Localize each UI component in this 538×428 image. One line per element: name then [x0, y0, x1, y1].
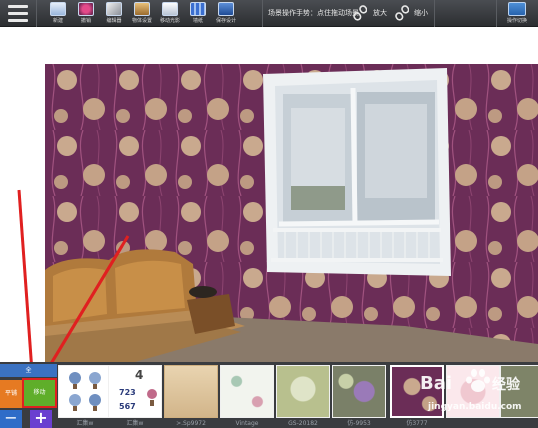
wallpaper-thumbnail[interactable] — [332, 365, 386, 418]
svg-text:经验: 经验 — [492, 376, 521, 393]
thumbnail-number: 567 — [119, 402, 136, 411]
balloon-pattern-icon — [69, 372, 101, 411]
wallpaper-thumbnail[interactable]: 4 723 567 — [108, 365, 162, 418]
wallpaper-thumbnail[interactable] — [164, 365, 218, 418]
plus-button[interactable]: + — [30, 410, 52, 428]
watermark-url: jingyan.baidu.com — [428, 402, 522, 412]
thumbnail-label: 汇集w — [126, 420, 144, 427]
thumbnail-number: 723 — [119, 388, 136, 397]
balloon-icon — [147, 389, 157, 406]
thumbnail-label: 仿-9953 — [347, 420, 371, 427]
tile-button[interactable]: 平铺 — [0, 380, 22, 408]
wallpaper-thumbnail[interactable] — [276, 365, 330, 418]
full-button[interactable]: 全 — [0, 364, 57, 377]
move-button[interactable]: 移动 — [22, 378, 57, 408]
minus-button[interactable]: − — [0, 410, 22, 428]
thumbnail-label: 汇集w — [76, 420, 94, 427]
thumbnail-number: 4 — [135, 368, 144, 382]
thumbnail-label: Vintage — [235, 420, 259, 427]
wallpaper-thumbnail[interactable] — [58, 365, 112, 418]
svg-text:Bai: Bai — [420, 373, 452, 394]
thumbnail-label: GS-20182 — [288, 420, 318, 427]
wallpaper-thumbnail[interactable] — [220, 365, 274, 418]
thumbnail-label: 仿3777 — [406, 420, 428, 427]
thumbnail-label: >.Sp9972 — [176, 420, 206, 427]
